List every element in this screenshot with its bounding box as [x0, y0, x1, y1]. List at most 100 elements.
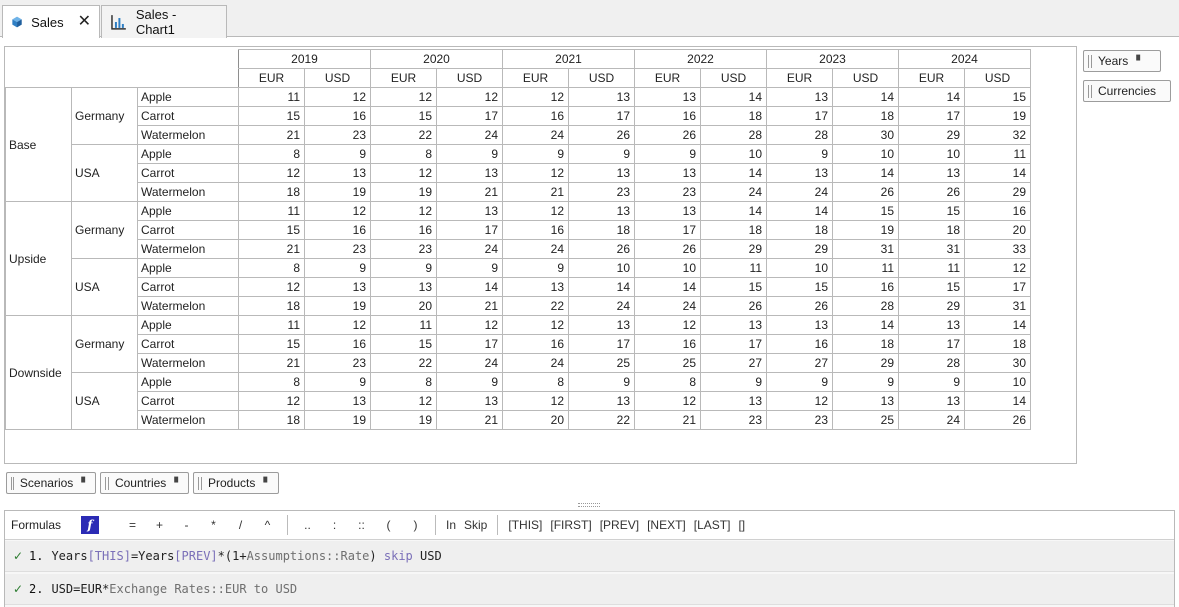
value-cell[interactable]: 26	[634, 125, 701, 145]
value-cell[interactable]: 32	[964, 125, 1031, 145]
value-cell[interactable]: 16	[502, 220, 569, 240]
value-cell[interactable]: 16	[832, 277, 899, 297]
value-cell[interactable]: 9	[502, 144, 569, 164]
value-cell[interactable]: 24	[436, 353, 503, 373]
value-cell[interactable]: 12	[370, 201, 437, 221]
value-cell[interactable]: 10	[568, 258, 635, 278]
formula-row-2[interactable]: ✓ 2. USD=EUR*Exchange Rates::EUR to USD	[5, 574, 1174, 605]
value-cell[interactable]: 22	[370, 125, 437, 145]
value-cell[interactable]: 10	[766, 258, 833, 278]
close-icon[interactable]: ✕	[78, 14, 91, 30]
value-cell[interactable]: 13	[568, 163, 635, 183]
value-cell[interactable]: 29	[964, 182, 1031, 202]
value-cell[interactable]: 28	[766, 125, 833, 145]
value-cell[interactable]: 15	[370, 106, 437, 126]
value-cell[interactable]: 11	[238, 201, 305, 221]
value-cell[interactable]: 17	[436, 106, 503, 126]
value-cell[interactable]: 9	[700, 372, 767, 392]
value-cell[interactable]: 18	[238, 410, 305, 430]
value-cell[interactable]: 9	[766, 144, 833, 164]
value-cell[interactable]: 18	[238, 182, 305, 202]
value-cell[interactable]: 23	[304, 353, 371, 373]
keyword-button[interactable]: In	[442, 518, 460, 532]
value-cell[interactable]: 11	[964, 144, 1031, 164]
products-dimension-button[interactable]: Products ▘	[193, 472, 279, 494]
value-cell[interactable]: 9	[634, 144, 701, 164]
product-header[interactable]: Carrot	[137, 220, 239, 240]
value-cell[interactable]: 26	[568, 239, 635, 259]
value-cell[interactable]: 16	[304, 106, 371, 126]
currency-header[interactable]: USD	[964, 68, 1031, 88]
value-cell[interactable]: 24	[502, 239, 569, 259]
value-cell[interactable]: 26	[964, 410, 1031, 430]
value-cell[interactable]: 9	[436, 258, 503, 278]
value-cell[interactable]: 16	[964, 201, 1031, 221]
value-cell[interactable]: 17	[568, 334, 635, 354]
operator-button[interactable]: +	[146, 518, 173, 532]
value-cell[interactable]: 26	[898, 182, 965, 202]
value-cell[interactable]: 24	[898, 410, 965, 430]
value-cell[interactable]: 10	[964, 372, 1031, 392]
value-cell[interactable]: 9	[568, 144, 635, 164]
product-header[interactable]: Apple	[137, 315, 239, 335]
value-cell[interactable]: 31	[898, 239, 965, 259]
value-cell[interactable]: 30	[964, 353, 1031, 373]
value-cell[interactable]: 10	[634, 258, 701, 278]
value-cell[interactable]: 8	[370, 372, 437, 392]
formula-row-1[interactable]: ✓ 1. Years[THIS]=Years[PREV]*(1+Assumpti…	[5, 541, 1174, 572]
value-cell[interactable]: 21	[436, 182, 503, 202]
value-cell[interactable]: 18	[238, 296, 305, 316]
value-cell[interactable]: 24	[634, 296, 701, 316]
value-cell[interactable]: 22	[568, 410, 635, 430]
value-cell[interactable]: 13	[304, 391, 371, 411]
tab-sales[interactable]: Sales ✕	[2, 5, 100, 38]
value-cell[interactable]: 29	[700, 239, 767, 259]
value-cell[interactable]: 9	[370, 258, 437, 278]
range-operator-button[interactable]: (	[375, 518, 402, 532]
value-cell[interactable]: 9	[832, 372, 899, 392]
value-cell[interactable]: 12	[502, 201, 569, 221]
value-cell[interactable]: 25	[634, 353, 701, 373]
reference-button[interactable]: [NEXT]	[643, 518, 690, 532]
value-cell[interactable]: 16	[370, 220, 437, 240]
value-cell[interactable]: 14	[898, 87, 965, 107]
product-header[interactable]: Watermelon	[137, 239, 239, 259]
product-header[interactable]: Apple	[137, 258, 239, 278]
value-cell[interactable]: 14	[832, 315, 899, 335]
currency-header[interactable]: USD	[568, 68, 635, 88]
value-cell[interactable]: 12	[304, 201, 371, 221]
value-cell[interactable]: 12	[964, 258, 1031, 278]
value-cell[interactable]: 13	[568, 201, 635, 221]
value-cell[interactable]: 12	[370, 391, 437, 411]
value-cell[interactable]: 21	[238, 239, 305, 259]
range-operator-button[interactable]: ..	[294, 518, 321, 532]
value-cell[interactable]: 14	[832, 87, 899, 107]
value-cell[interactable]: 13	[634, 163, 701, 183]
value-cell[interactable]: 13	[304, 277, 371, 297]
currency-header[interactable]: EUR	[370, 68, 437, 88]
value-cell[interactable]: 17	[436, 220, 503, 240]
range-operator-button[interactable]: ::	[348, 518, 375, 532]
value-cell[interactable]: 19	[832, 220, 899, 240]
value-cell[interactable]: 17	[436, 334, 503, 354]
value-cell[interactable]: 15	[766, 277, 833, 297]
year-header[interactable]: 2019	[238, 49, 371, 69]
value-cell[interactable]: 14	[832, 163, 899, 183]
value-cell[interactable]: 21	[436, 410, 503, 430]
value-cell[interactable]: 19	[370, 410, 437, 430]
value-cell[interactable]: 29	[898, 125, 965, 145]
value-cell[interactable]: 9	[304, 372, 371, 392]
product-header[interactable]: Watermelon	[137, 353, 239, 373]
value-cell[interactable]: 12	[370, 163, 437, 183]
value-cell[interactable]: 10	[700, 144, 767, 164]
country-header[interactable]: USA	[71, 372, 138, 430]
value-cell[interactable]: 17	[568, 106, 635, 126]
value-cell[interactable]: 13	[700, 391, 767, 411]
value-cell[interactable]: 13	[898, 391, 965, 411]
value-cell[interactable]: 8	[634, 372, 701, 392]
value-cell[interactable]: 31	[832, 239, 899, 259]
value-cell[interactable]: 9	[766, 372, 833, 392]
value-cell[interactable]: 10	[898, 144, 965, 164]
scenario-header[interactable]: Upside	[5, 201, 72, 316]
value-cell[interactable]: 13	[370, 277, 437, 297]
